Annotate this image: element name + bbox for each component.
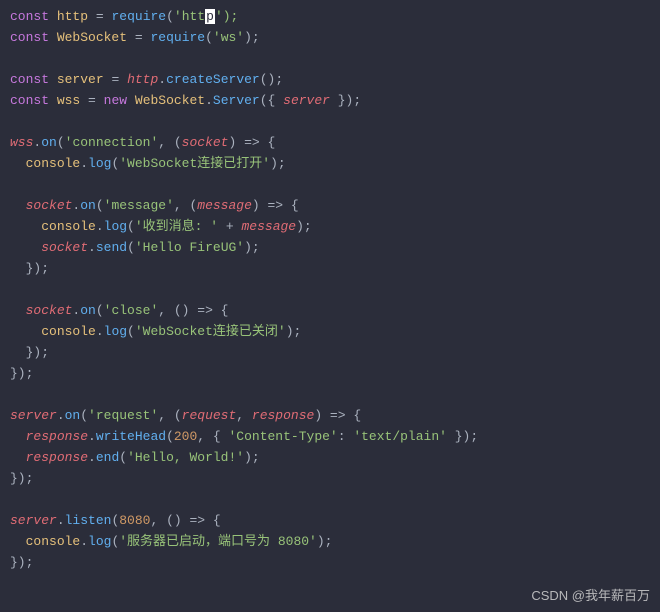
- keyword: const: [10, 9, 49, 24]
- cursor: p: [205, 9, 215, 24]
- watermark: CSDN @我年薪百万: [531, 585, 650, 606]
- code-block: const http = require('http'); const WebS…: [10, 6, 650, 573]
